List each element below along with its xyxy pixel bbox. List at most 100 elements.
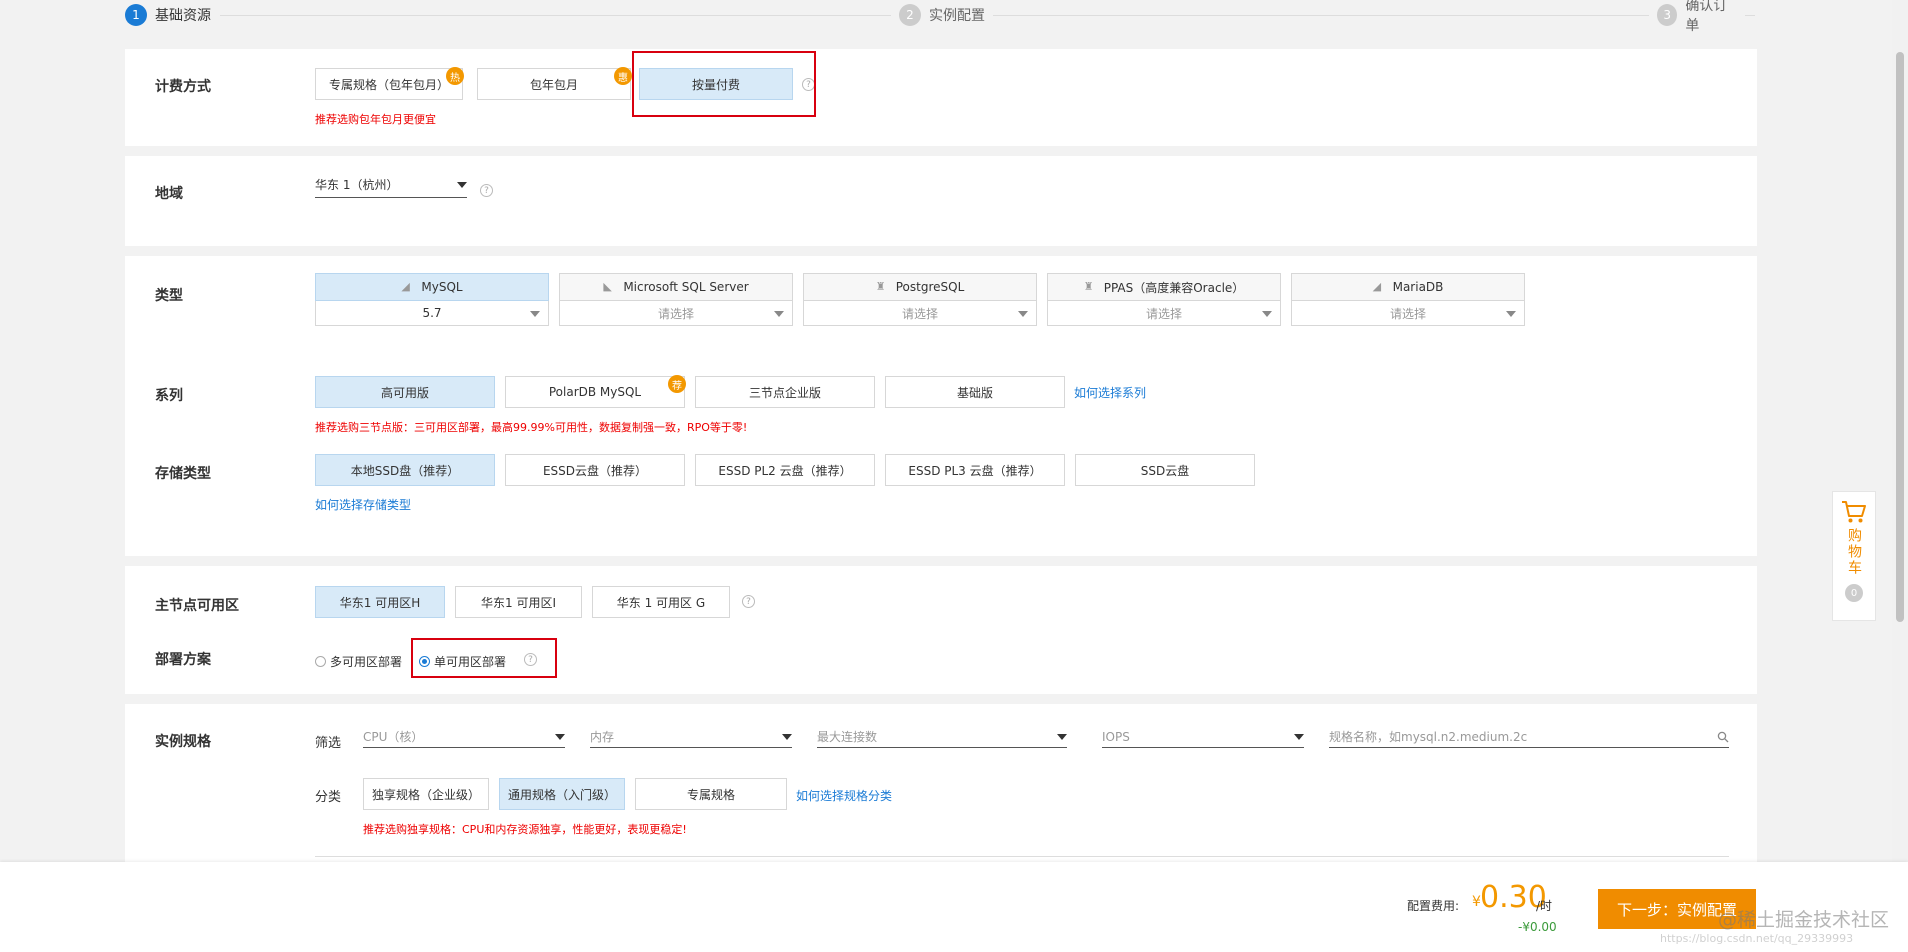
engine-card-mysql[interactable]: ◢ MySQL 5.7 <box>315 273 549 326</box>
filter-iops[interactable]: IOPS <box>1102 726 1304 748</box>
engine-version: 请选择 <box>901 306 938 321</box>
search-icon[interactable] <box>1717 731 1729 743</box>
engine-name: MySQL <box>421 280 463 294</box>
engine-card-ppas[interactable]: ♜ PPAS（高度兼容Oracle） 请选择 <box>1047 273 1281 326</box>
region-panel: 地域 华东 1（杭州） ? <box>125 156 1757 246</box>
option-label: 华东1 可用区I <box>481 595 556 610</box>
engine-name: Microsoft SQL Server <box>623 280 749 294</box>
filter-cpu[interactable]: CPU（核） <box>363 726 565 748</box>
engine-head[interactable]: ◢ MariaDB <box>1291 273 1525 301</box>
engine-name: PostgreSQL <box>895 280 965 294</box>
billing-option-subscription[interactable]: 包年包月 惠 <box>477 67 632 100</box>
zone-label: 主节点可用区 <box>155 598 239 614</box>
region-select[interactable]: 华东 1（杭州） <box>315 172 467 198</box>
engine-card-postgresql[interactable]: ♜ PostgreSQL 请选择 <box>803 273 1037 326</box>
engine-head[interactable]: ◢ MySQL <box>315 273 549 301</box>
engine-version-select[interactable]: 请选择 <box>1291 301 1525 326</box>
category-option-general[interactable]: 通用规格（入门级） <box>499 778 625 810</box>
engine-version-select[interactable]: 5.7 <box>315 301 549 326</box>
engine-head[interactable]: ◣ Microsoft SQL Server <box>559 273 793 301</box>
step-number: 2 <box>899 4 921 26</box>
option-label: ESSD云盘（推荐） <box>542 463 648 478</box>
type-label: 类型 <box>155 288 183 304</box>
fee-label: 配置费用: <box>1407 899 1460 913</box>
scrollbar[interactable] <box>1892 0 1908 952</box>
radio-dot[interactable] <box>315 656 326 667</box>
storage-help-link[interactable]: 如何选择存储类型 <box>315 496 411 513</box>
divider <box>315 856 1729 857</box>
engine-card-sqlserver[interactable]: ◣ Microsoft SQL Server 请选择 <box>559 273 793 326</box>
chevron-down-icon <box>555 733 565 740</box>
filter-text: 最大连接数 <box>817 730 878 744</box>
filter-text: CPU（核） <box>363 730 424 744</box>
option-label: 高可用版 <box>380 385 429 400</box>
series-option-polardb[interactable]: PolarDB MySQL 荐 <box>505 375 686 408</box>
filter-memory[interactable]: 内存 <box>590 726 792 748</box>
cart-icon <box>1842 501 1866 523</box>
region-label: 地域 <box>155 186 183 202</box>
footer-bar: 配置费用: ¥ 0.30 /时 -¥0.00 下一步：实例配置 @稀土掘金技术社… <box>0 862 1908 952</box>
spec-search-input[interactable]: 规格名称，如mysql.n2.medium.2c <box>1329 726 1729 748</box>
fee-discount: -¥0.00 <box>1518 920 1557 934</box>
billing-hint: 推荐选购包年包月更便宜 <box>315 113 436 126</box>
engine-card-mariadb[interactable]: ◢ MariaDB 请选择 <box>1291 273 1525 326</box>
help-icon[interactable]: ? <box>480 184 493 197</box>
spec-label: 实例规格 <box>155 734 211 750</box>
step-connector <box>985 15 1755 16</box>
scrollbar-thumb[interactable] <box>1896 52 1904 622</box>
option-label: 华东1 可用区H <box>339 595 421 610</box>
engine-version-select[interactable]: 请选择 <box>1047 301 1281 326</box>
zone-option-g[interactable]: 华东 1 可用区 G <box>592 586 730 618</box>
sqlserver-icon: ◣ <box>603 280 612 293</box>
storage-option-essd[interactable]: ESSD云盘（推荐） <box>505 454 685 486</box>
option-label: SSD云盘 <box>1140 463 1190 478</box>
filter-label: 筛选 <box>315 736 342 751</box>
option-label: 三节点企业版 <box>748 385 821 400</box>
filter-text: 内存 <box>590 730 615 744</box>
database-panel: 类型 ◢ MySQL 5.7 ◣ Microsoft SQL Server 请选… <box>125 256 1757 556</box>
filter-max-connections[interactable]: 最大连接数 <box>817 726 1067 748</box>
category-option-exclusive[interactable]: 专属规格 <box>635 778 787 810</box>
shopping-cart-widget[interactable]: 购物车 0 <box>1832 491 1876 621</box>
storage-option-ssd[interactable]: SSD云盘 <box>1075 454 1255 486</box>
step-instance-config: 2 实例配置 <box>891 3 993 27</box>
option-label: 华东 1 可用区 G <box>616 595 706 610</box>
series-option-three-node[interactable]: 三节点企业版 <box>695 376 875 408</box>
series-label: 系列 <box>155 388 183 404</box>
billing-panel: 计费方式 专属规格（包年包月） 热 包年包月 惠 按量付费 ? 推荐选购包年包月… <box>125 49 1757 146</box>
series-option-basic[interactable]: 基础版 <box>885 376 1065 408</box>
step-label: 确认订单 <box>1685 0 1728 34</box>
series-hint: 推荐选购三节点版：三可用区部署，最高99.99%可用性，数据复制强一致，RPO等… <box>315 421 748 434</box>
engine-name: PPAS（高度兼容Oracle） <box>1103 280 1245 295</box>
deploy-option-multi-zone[interactable]: 多可用区部署 <box>315 653 402 670</box>
zone-option-i[interactable]: 华东1 可用区I <box>455 586 582 618</box>
series-option-high-availability[interactable]: 高可用版 <box>315 376 495 408</box>
chevron-down-icon <box>530 311 540 317</box>
option-label: 专属规格 <box>686 787 735 802</box>
help-icon[interactable]: ? <box>742 595 755 608</box>
search-placeholder: 规格名称，如mysql.n2.medium.2c <box>1329 730 1528 744</box>
option-label: 独享规格（企业级） <box>371 787 480 802</box>
billing-option-dedicated[interactable]: 专属规格（包年包月） 热 <box>315 67 464 100</box>
engine-name: MariaDB <box>1392 280 1444 294</box>
series-help-link[interactable]: 如何选择系列 <box>1074 384 1146 401</box>
ppas-icon: ♜ <box>1083 280 1094 293</box>
category-option-dedicated[interactable]: 独享规格（企业级） <box>363 778 489 810</box>
zone-option-h[interactable]: 华东1 可用区H <box>315 586 445 618</box>
storage-option-local-ssd[interactable]: 本地SSD盘（推荐） <box>315 454 495 486</box>
engine-version-select[interactable]: 请选择 <box>559 301 793 326</box>
option-label: ESSD PL2 云盘（推荐） <box>718 463 852 478</box>
engine-version: 请选择 <box>657 306 694 321</box>
engine-version-select[interactable]: 请选择 <box>803 301 1037 326</box>
storage-label: 存储类型 <box>155 466 211 482</box>
category-help-link[interactable]: 如何选择规格分类 <box>796 787 892 804</box>
storage-option-essd-pl3[interactable]: ESSD PL3 云盘（推荐） <box>885 454 1065 486</box>
chevron-down-icon <box>782 733 792 740</box>
step-number: 1 <box>125 4 147 26</box>
storage-option-essd-pl2[interactable]: ESSD PL2 云盘（推荐） <box>695 454 875 486</box>
engine-head[interactable]: ♜ PostgreSQL <box>803 273 1037 301</box>
recommend-badge: 荐 <box>668 375 686 393</box>
option-label: ESSD PL3 云盘（推荐） <box>908 463 1042 478</box>
engine-head[interactable]: ♜ PPAS（高度兼容Oracle） <box>1047 273 1281 301</box>
fee-unit: /时 <box>1536 899 1553 913</box>
